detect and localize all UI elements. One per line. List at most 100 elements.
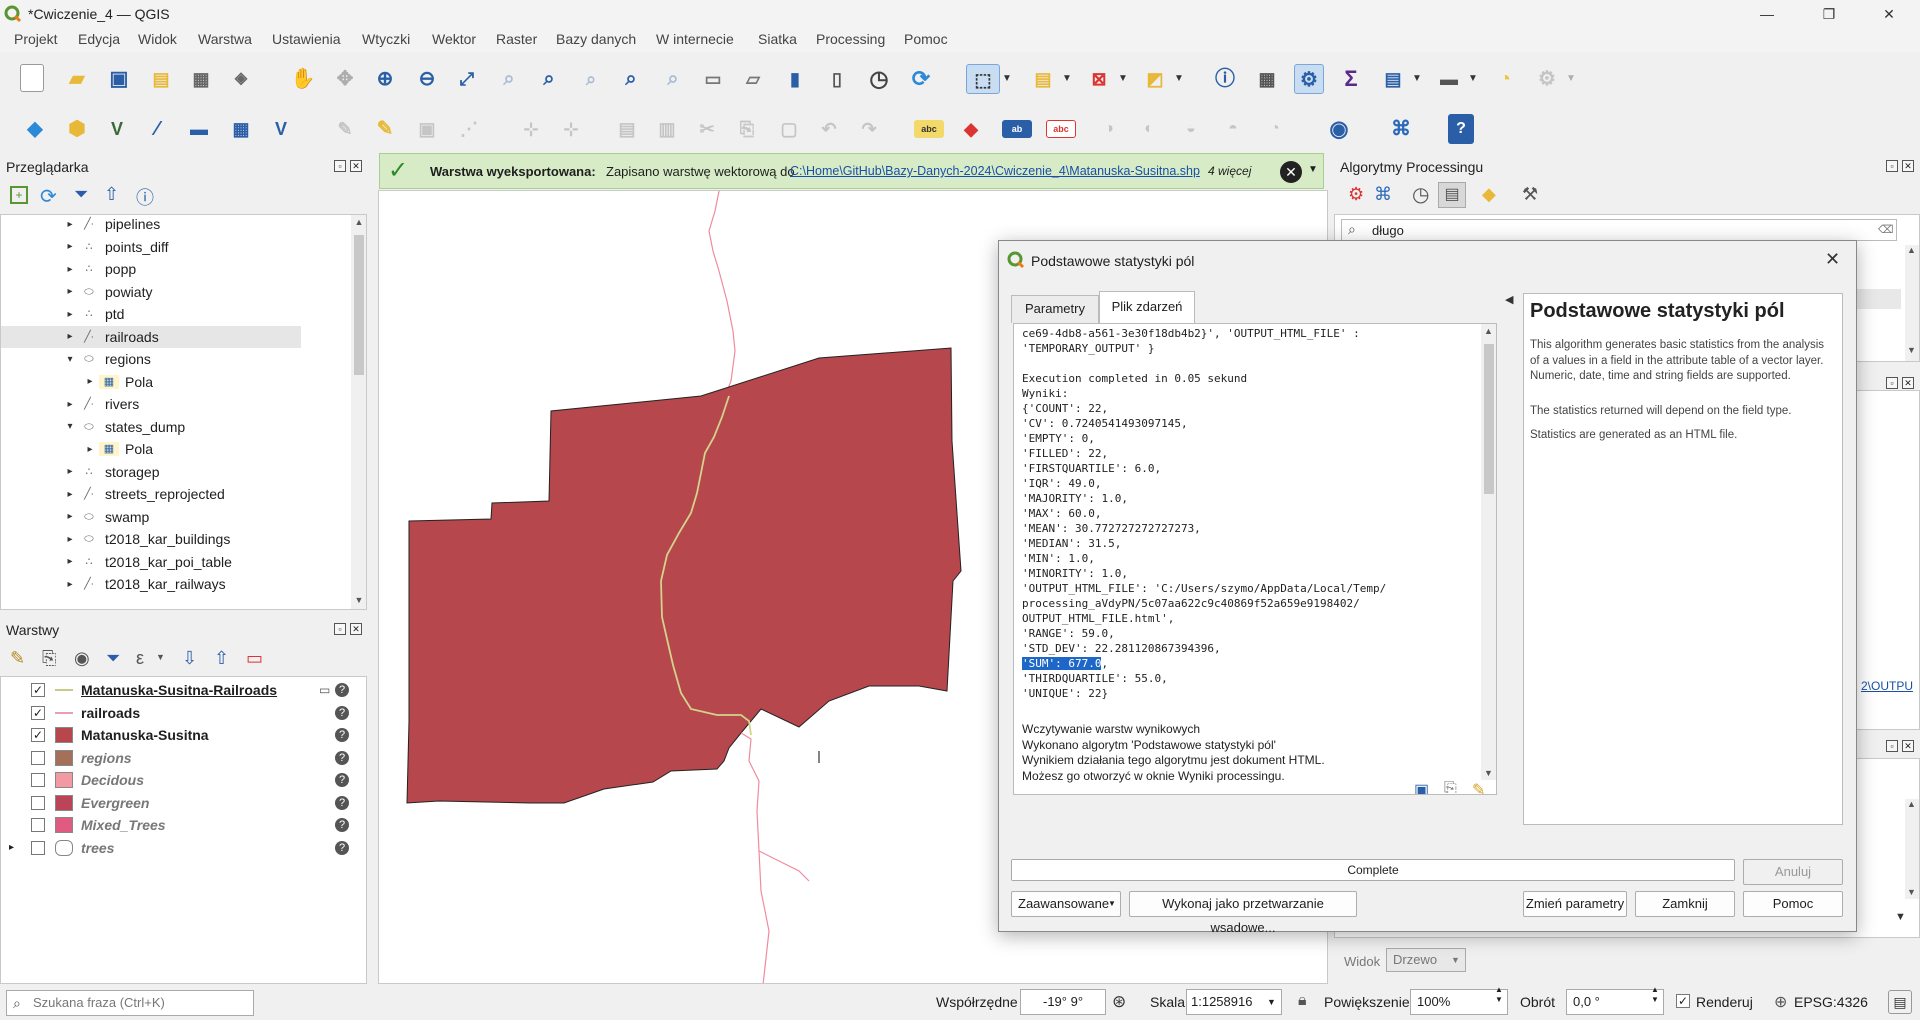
- layer-checkbox[interactable]: [31, 795, 45, 810]
- cut-features-icon[interactable]: ✂: [692, 114, 722, 144]
- new-geopackage-icon[interactable]: ⬢: [62, 114, 92, 144]
- zoom-native-icon[interactable]: ⌕: [576, 64, 606, 94]
- browser-item[interactable]: ▸ ∴ t2018_kar_poi_table: [1, 551, 301, 574]
- save-project-icon[interactable]: ▣: [104, 64, 134, 94]
- expression-dropdown-icon[interactable]: ▼: [156, 652, 165, 662]
- coords-toggle-icon[interactable]: ⊛: [1112, 992, 1126, 1012]
- select-dropdown-icon[interactable]: ▼: [1000, 64, 1014, 94]
- cancel-button[interactable]: Anuluj: [1743, 859, 1843, 885]
- settings-dropdown-icon[interactable]: ▼: [1564, 64, 1578, 94]
- chevron-right-icon[interactable]: ▸: [65, 241, 75, 252]
- layer-help-icon[interactable]: ?: [335, 705, 349, 720]
- new-virtual-layer-icon[interactable]: ▦: [226, 114, 256, 144]
- browser-item[interactable]: ▸ ╱∙ pipelines: [1, 215, 301, 236]
- settings-icon[interactable]: ⚙: [1532, 64, 1562, 94]
- chevron-right-icon[interactable]: ▸: [65, 534, 75, 545]
- float-processing-icon[interactable]: ▫: [1886, 160, 1898, 172]
- layer-help-icon[interactable]: ?: [335, 773, 349, 788]
- chevron-down-icon[interactable]: ▾: [65, 421, 75, 432]
- move-feature-icon[interactable]: ⊹: [556, 114, 586, 144]
- show-bookmarks-icon[interactable]: ▯: [822, 64, 852, 94]
- chevron-right-icon[interactable]: ▸: [85, 444, 95, 455]
- measure-icon[interactable]: ▬: [1434, 64, 1464, 94]
- browser-scrollbar[interactable]: ▲ ▼: [351, 215, 366, 609]
- save-as-icon[interactable]: ▤: [146, 64, 176, 94]
- browser-item[interactable]: ▸ ╱∙ rivers: [1, 393, 301, 416]
- label-pin-icon[interactable]: abc: [1046, 120, 1076, 138]
- zoom-last-icon[interactable]: ⌕: [616, 64, 646, 94]
- deselect-dropdown-icon[interactable]: ▼: [1116, 64, 1130, 94]
- modify-attributes-icon[interactable]: ▤: [612, 114, 642, 144]
- scroll-up-icon[interactable]: ▲: [1907, 245, 1916, 255]
- menu-bazy-danych[interactable]: Bazy danych: [556, 31, 636, 47]
- pan-icon[interactable]: ✋: [288, 64, 318, 94]
- diagram-icon[interactable]: ◆: [956, 114, 986, 144]
- scroll-down-icon[interactable]: ▼: [1484, 768, 1493, 778]
- zoom-next-icon[interactable]: ⌕: [658, 64, 688, 94]
- layer-styling-icon[interactable]: ✎: [10, 648, 25, 669]
- chevron-right-icon[interactable]: ▸: [85, 376, 95, 387]
- view-select[interactable]: Drzewo ▼: [1386, 948, 1466, 972]
- lower-scrollbar[interactable]: ▲ ▼: [1905, 799, 1919, 899]
- select-features-icon[interactable]: ⬚: [966, 64, 1000, 94]
- menu-widok[interactable]: Widok: [138, 31, 177, 47]
- collapse-help-icon[interactable]: ◀: [1505, 293, 1513, 306]
- results-link[interactable]: 2\OUTPU: [1861, 679, 1913, 693]
- browser-item[interactable]: ▸ ╱∙ railroads: [1, 325, 301, 348]
- history-icon[interactable]: ◷: [1412, 182, 1429, 207]
- label-move-icon[interactable]: ◑: [1094, 114, 1124, 144]
- clear-log-icon[interactable]: ✎: [1472, 780, 1485, 794]
- chevron-right-icon[interactable]: ▸: [65, 399, 75, 410]
- help-button[interactable]: Pomoc: [1743, 891, 1843, 917]
- select-location-icon[interactable]: ◩: [1140, 64, 1170, 94]
- menu-siatka[interactable]: Siatka: [758, 31, 797, 47]
- chevron-right-icon[interactable]: ▸: [65, 579, 75, 590]
- layer-checkbox[interactable]: [31, 818, 45, 833]
- collapse-layers-icon[interactable]: ⇧: [214, 648, 229, 669]
- open-table-icon[interactable]: ▤: [1378, 64, 1408, 94]
- add-group-icon[interactable]: ⎘: [42, 648, 56, 669]
- add-vector-layer-icon[interactable]: V: [266, 114, 296, 144]
- collapse-all-icon[interactable]: ⇧: [104, 184, 119, 205]
- filter-browser-icon[interactable]: ⏷: [74, 184, 88, 205]
- layer-item[interactable]: regions?: [1, 747, 361, 770]
- message-dropdown-icon[interactable]: ▼: [1308, 164, 1318, 175]
- deselect-icon[interactable]: ⊠: [1084, 64, 1114, 94]
- chevron-right-icon[interactable]: ▸: [65, 309, 75, 320]
- select-location-dropdown-icon[interactable]: ▼: [1172, 64, 1186, 94]
- zoom-layer-icon[interactable]: ⌕: [534, 64, 564, 94]
- toggle-editing-icon[interactable]: ✎: [370, 114, 400, 144]
- close-results-icon[interactable]: ✕: [1902, 377, 1914, 389]
- statistics-sum-icon[interactable]: Σ: [1336, 64, 1366, 94]
- menu-pomoc[interactable]: Pomoc: [904, 31, 948, 47]
- crs-icon[interactable]: ⊕: [1774, 992, 1787, 1012]
- log-area[interactable]: ce69-4db8-a561-3e30f18db4b2}', 'OUTPUT_H…: [1013, 323, 1497, 795]
- python-console-icon[interactable]: ⌘: [1386, 114, 1416, 144]
- layer-item[interactable]: ✓ Matanuska-Susitna?: [1, 724, 361, 747]
- change-parameters-button[interactable]: Zmień parametry: [1523, 891, 1627, 917]
- copy-log-icon[interactable]: ⎘: [1444, 780, 1457, 794]
- paste-features-icon[interactable]: ▢: [774, 114, 804, 144]
- layer-checkbox[interactable]: [31, 773, 45, 788]
- layer-item[interactable]: Mixed_Trees?: [1, 814, 361, 837]
- label-edit-icon[interactable]: ◔: [1260, 114, 1290, 144]
- tab-parametry[interactable]: Parametry: [1011, 295, 1099, 323]
- crs-label[interactable]: EPSG:4326: [1794, 994, 1868, 1010]
- browser-item[interactable]: ▸ ∴ points_diff: [1, 236, 301, 259]
- close-panel-icon[interactable]: ✕: [350, 160, 362, 172]
- save-log-icon[interactable]: ▣: [1414, 780, 1429, 794]
- edit-features-inplace-icon[interactable]: ◆: [1482, 184, 1496, 205]
- data-source-manager-icon[interactable]: ◆: [20, 114, 50, 144]
- remove-layer-icon[interactable]: ▭: [246, 648, 263, 669]
- layer-item[interactable]: Evergreen?: [1, 792, 361, 815]
- log-scroll-thumb[interactable]: [1484, 344, 1494, 494]
- render-checkbox[interactable]: ✓: [1676, 994, 1690, 1008]
- layer-help-icon[interactable]: ?: [335, 795, 349, 810]
- clear-search-icon[interactable]: ⌫: [1878, 223, 1894, 236]
- layer-checkbox[interactable]: ✓: [31, 728, 45, 743]
- scroll-down-icon[interactable]: ▼: [1907, 345, 1916, 355]
- identify-icon[interactable]: ⓘ: [1210, 64, 1240, 94]
- minimize-button[interactable]: —: [1744, 0, 1790, 28]
- processing-toolbox-icon[interactable]: ⚙: [1294, 64, 1324, 94]
- layer-checkbox[interactable]: ✓: [31, 683, 45, 698]
